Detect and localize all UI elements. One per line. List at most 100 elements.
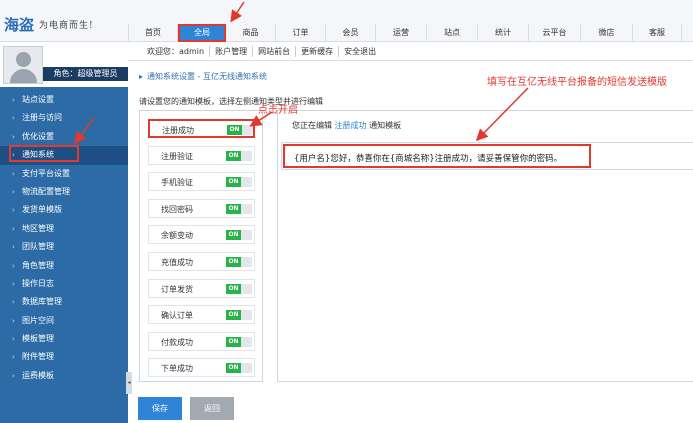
template-toggle[interactable]: ON (226, 257, 252, 267)
save-button[interactable]: 保存 (138, 397, 182, 420)
template-toggle[interactable]: ON (226, 310, 252, 321)
refresh-cache-link[interactable]: 更新缓存 (296, 46, 340, 57)
chevron-right-icon: › (12, 353, 15, 362)
content-hint-annotation: 填写在互亿无线平台报备的短信发送模版 (487, 77, 667, 88)
template-toggle[interactable]: ON (227, 125, 253, 135)
template-toggle[interactable]: ON (226, 283, 252, 294)
sidebar-item[interactable]: › 团队管理 (0, 238, 128, 256)
role-label: 角色：超级管理员 (43, 67, 128, 81)
nav-tab[interactable]: 云平台 (529, 24, 581, 42)
nav-tab[interactable]: 统计 (478, 24, 529, 42)
template-toggle[interactable]: ON (226, 363, 252, 374)
toggle-status: ON (226, 150, 241, 161)
template-item[interactable]: 确认订单 ON (148, 305, 255, 325)
template-name: 付款成功 (161, 337, 193, 347)
active-menu-highlight-box (9, 145, 79, 162)
sidebar-item-label: 支付平台设置 (22, 168, 70, 178)
breadcrumb: ▸ 通知系统设置 - 互亿无线通知系统 (139, 71, 267, 82)
nav-tab[interactable]: 首页 (128, 24, 178, 42)
sidebar-item[interactable]: › 操作日志 (0, 275, 128, 293)
editor-template-name: 注册成功 (334, 121, 367, 130)
nav-tab[interactable]: 订单 (276, 24, 326, 42)
chevron-right-icon: › (12, 114, 15, 123)
chevron-right-icon: › (12, 187, 15, 196)
sidebar-item[interactable]: › 发货单模版 (0, 201, 128, 219)
nav-tab[interactable]: 运营 (376, 24, 427, 42)
template-item[interactable]: 下单成功 ON (148, 358, 255, 378)
sidebar-item[interactable]: › 角色管理 (0, 257, 128, 275)
template-toggle[interactable]: ON (226, 230, 252, 241)
sidebar-item-label: 附件管理 (22, 352, 54, 362)
template-item[interactable]: 订单发货 ON (148, 278, 255, 298)
sidebar-item[interactable]: › 数据库管理 (0, 293, 128, 311)
sidebar-item[interactable]: › 优化设置 (0, 128, 128, 146)
back-button[interactable]: 返回 (190, 397, 234, 420)
editor-heading: 您正在编辑 注册成功 通知模板 (292, 120, 401, 131)
breadcrumb-arrow-icon: ▸ (139, 72, 144, 81)
chevron-right-icon: › (12, 243, 15, 252)
top-nav: 首页 全局 商品 订单 会员 运营 站点 统计 云平台 微店 客服 (128, 24, 682, 42)
sub-header: 欢迎您：admin 账户管理 网站前台 更新缓存 安全退出 (128, 42, 693, 61)
sidebar-item-label: 优化设置 (22, 131, 54, 141)
template-item[interactable]: 找回密码 ON (148, 198, 255, 218)
template-item[interactable]: 注册成功 ON (148, 119, 255, 138)
template-toggle[interactable]: ON (226, 150, 252, 161)
template-toggle[interactable]: ON (226, 203, 252, 214)
template-toggle[interactable]: ON (226, 177, 252, 188)
template-item[interactable]: 注册验证 ON (148, 145, 255, 165)
sidebar-item[interactable]: › 注册与访问 (0, 109, 128, 127)
top-header: 海盗 为电商而生! 首页 全局 商品 订单 会员 运营 站点 统计 云平台 微店 客服 (0, 0, 693, 42)
sidebar-item[interactable]: › 站点设置 (0, 91, 128, 109)
template-editor: 您正在编辑 注册成功 通知模板 {用户名}您好，恭喜你在{商城名称}注册成功，请… (277, 110, 693, 382)
template-item[interactable]: 充值成功 ON (148, 252, 255, 271)
sidebar-item[interactable]: › 附件管理 (0, 348, 128, 366)
sidebar-collapse-handle[interactable]: ◂ (126, 372, 132, 394)
sidebar-item[interactable]: › 图片空间 (0, 312, 128, 330)
sidebar-item[interactable]: › 地区管理 (0, 220, 128, 238)
chevron-right-icon: › (12, 169, 15, 178)
nav-tab[interactable]: 微店 (581, 24, 633, 42)
sidebar-item[interactable]: › 支付平台设置 (0, 165, 128, 183)
nav-tab[interactable]: 会员 (326, 24, 376, 42)
sidebar-item-label: 角色管理 (22, 260, 54, 270)
site-logo[interactable]: 海盗 (4, 14, 34, 35)
content-highlight-box (283, 144, 591, 168)
toggle-status: ON (226, 230, 241, 241)
nav-tab[interactable]: 客服 (633, 24, 682, 42)
template-item[interactable]: 付款成功 ON (148, 331, 255, 351)
chevron-right-icon: › (12, 335, 15, 344)
chevron-right-icon: › (12, 279, 15, 288)
breadcrumb-text: 通知系统设置 - 互亿无线通知系统 (147, 72, 267, 81)
template-name: 找回密码 (161, 204, 193, 214)
template-item[interactable]: 手机验证 ON (148, 172, 255, 192)
avatar (3, 46, 43, 84)
sidebar-item-label: 站点设置 (22, 95, 54, 104)
sidebar-item-label: 运费模板 (22, 370, 54, 380)
account-manage-link[interactable]: 账户管理 (210, 46, 254, 57)
template-name: 注册成功 (162, 126, 194, 135)
sidebar-item-label: 团队管理 (22, 242, 54, 252)
site-frontend-link[interactable]: 网站前台 (253, 46, 297, 57)
sidebar-item[interactable]: › 物流配置管理 (0, 183, 128, 201)
chevron-right-icon: › (12, 132, 15, 141)
template-name: 手机验证 (161, 178, 193, 188)
sidebar-item[interactable]: › 运费模板 (0, 367, 128, 385)
sub-header-links: 欢迎您：admin 账户管理 网站前台 更新缓存 安全退出 (142, 46, 381, 57)
sidebar-item-label: 注册与访问 (22, 113, 62, 123)
toggle-status: ON (226, 336, 241, 347)
template-name: 订单发货 (161, 284, 193, 294)
logo-slogan: 为电商而生! (39, 21, 94, 31)
nav-tab[interactable]: 站点 (427, 24, 478, 42)
template-toggle[interactable]: ON (226, 336, 252, 347)
nav-tab[interactable]: 商品 (226, 24, 276, 42)
avatar-head-shape (16, 52, 31, 67)
logout-link[interactable]: 安全退出 (339, 46, 381, 57)
sidebar-item[interactable]: › 模板管理 (0, 330, 128, 348)
nav-tab[interactable]: 全局 (178, 24, 226, 42)
template-item[interactable]: 余额变动 ON (148, 225, 255, 245)
toggle-status: ON (226, 203, 241, 214)
toggle-status: ON (227, 125, 242, 135)
toggle-status: ON (226, 257, 241, 267)
template-name: 确认订单 (161, 311, 193, 321)
template-name: 下单成功 (161, 364, 193, 374)
